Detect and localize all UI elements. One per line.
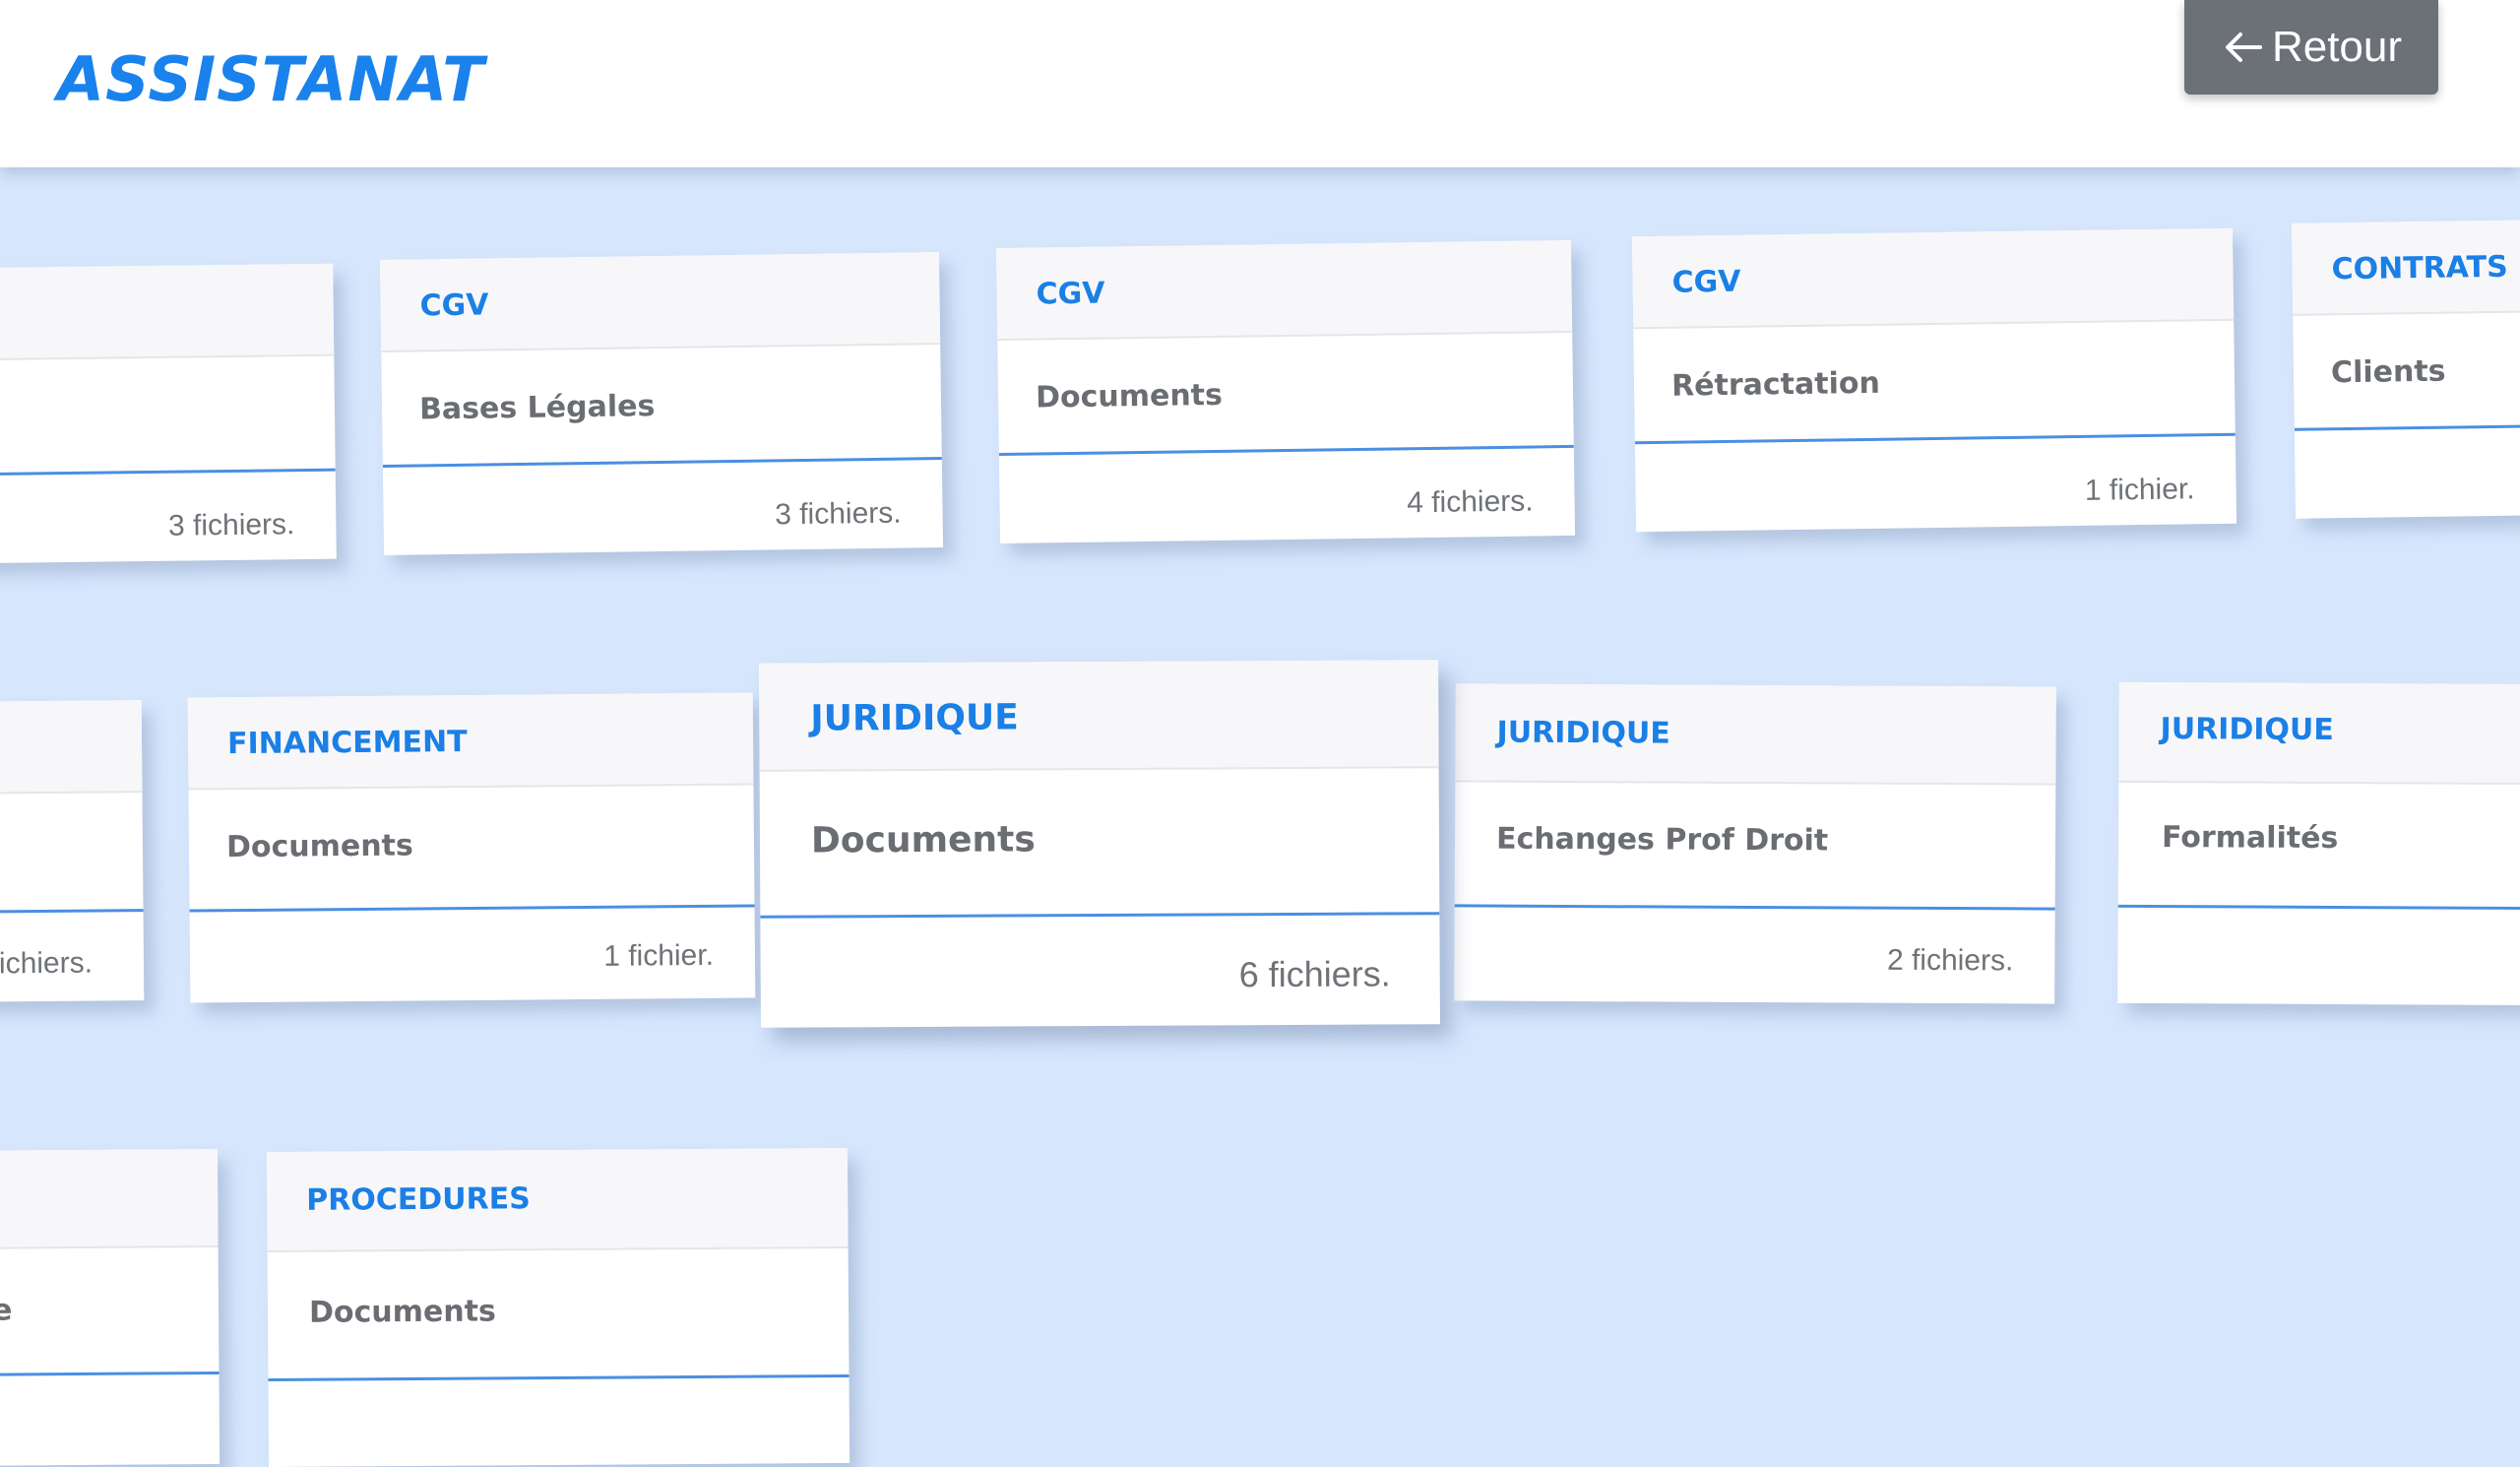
card-divider <box>1634 432 2236 445</box>
folder-card[interactable]: CONTRATS Clients <box>2291 220 2520 519</box>
card-subject: Documents <box>308 1294 496 1330</box>
back-button[interactable]: Retour <box>2184 0 2438 95</box>
folder-card[interactable]: CGV Rétractation 1 fichier. <box>1631 227 2237 533</box>
card-file-count: 2 fichiers. <box>1886 943 2014 978</box>
card-file-count: 1 fichier. <box>603 938 715 973</box>
card-subject: Documents <box>225 828 413 865</box>
card-header <box>0 700 143 795</box>
folder-card[interactable]: FINANCEMENT Documents 1 fichier. <box>187 692 756 1003</box>
card-subject: Clients <box>2330 353 2446 391</box>
card-category: JURIDIQUE <box>1496 715 1670 751</box>
card-category: JURIDIQUE <box>2160 712 2334 747</box>
card-file-count: 4 fichiers. <box>1406 484 1534 520</box>
card-category: FINANCEMENT <box>226 725 468 762</box>
card-file-count: ichiers. <box>0 946 94 981</box>
card-divider <box>760 912 1440 919</box>
folder-card[interactable]: JURIDIQUE Documents 6 fichiers. <box>759 660 1440 1028</box>
card-header: CGV <box>995 239 1573 342</box>
app-header: ASSISTANAT Retour <box>0 0 2520 167</box>
card-header: JURIDIQUE <box>759 660 1439 772</box>
card-subject: Formalités <box>2161 820 2339 857</box>
card-divider <box>268 1373 850 1382</box>
card-file-count: 3 fichiers. <box>774 496 902 532</box>
card-header: FINANCEMENT <box>187 692 754 791</box>
card-subject: e <box>0 1293 13 1328</box>
card-subject: Bases Légales <box>418 389 656 427</box>
card-divider <box>382 457 942 468</box>
card-subject: Rétractation <box>1670 365 1881 404</box>
back-button-label: Retour <box>2271 23 2403 71</box>
folder-card[interactable]: JURIDIQUE Echanges Prof Droit 2 fichiers… <box>1454 683 2056 1004</box>
folder-card[interactable]: ichiers. <box>0 700 145 1002</box>
card-category: CGV <box>419 287 489 324</box>
card-file-count: 1 fichier. <box>2084 473 2195 507</box>
folder-card[interactable]: 3 fichiers. <box>0 263 337 564</box>
card-category: CGV <box>1036 276 1105 312</box>
card-header: CGV <box>1631 227 2235 330</box>
folder-card[interactable]: CGV Bases Légales 3 fichiers. <box>379 252 944 555</box>
card-divider <box>189 904 755 913</box>
folder-card[interactable]: JURIDIQUE Formalités <box>2117 681 2520 1006</box>
page-title: ASSISTANAT <box>57 43 485 115</box>
card-category: CGV <box>1671 264 1741 300</box>
card-header <box>0 1149 219 1249</box>
card-header: JURIDIQUE <box>1455 683 2056 786</box>
card-header: PROCEDURES <box>266 1147 849 1253</box>
card-file-count: 6 fichiers. <box>1238 953 1391 995</box>
card-divider <box>0 909 144 914</box>
folder-card[interactable]: PROCEDURES Documents <box>266 1147 850 1467</box>
card-category: PROCEDURES <box>306 1181 531 1218</box>
card-category: CONTRATS <box>2331 249 2508 287</box>
card-divider <box>0 1371 220 1376</box>
card-divider <box>1454 904 2055 911</box>
card-subject: Echanges Prof Droit <box>1495 821 1829 859</box>
card-category: JURIDIQUE <box>810 697 1019 739</box>
card-header: CONTRATS <box>2291 220 2520 316</box>
card-file-count: 3 fichiers. <box>167 508 295 542</box>
arrow-left-icon <box>2225 32 2262 62</box>
card-divider <box>998 444 1574 457</box>
card-header <box>0 263 335 361</box>
folder-card[interactable]: e <box>0 1149 220 1466</box>
card-subject: Documents <box>810 819 1036 861</box>
card-divider <box>0 468 336 477</box>
card-header: JURIDIQUE <box>2118 681 2520 786</box>
card-subject: Documents <box>1035 377 1224 415</box>
card-divider <box>2294 424 2520 431</box>
folder-card[interactable]: CGV Documents 4 fichiers. <box>995 239 1576 544</box>
card-header: CGV <box>379 252 941 352</box>
card-divider <box>2117 904 2520 911</box>
